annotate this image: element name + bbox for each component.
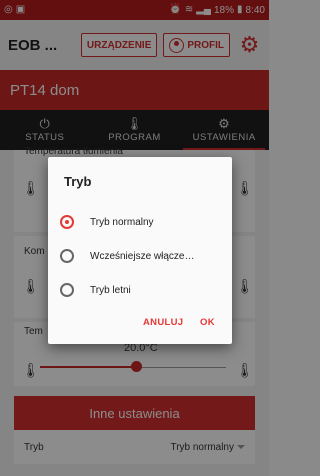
option-wczesniejsze[interactable]: Wcześniejsze włącze… <box>60 243 225 269</box>
radio-unselected-icon[interactable] <box>60 249 74 263</box>
radio-unselected-icon[interactable] <box>60 283 74 297</box>
tryb-dialog: Tryb Tryb normalny Wcześniejsze włącze… … <box>48 157 232 344</box>
option-tryb-normalny[interactable]: Tryb normalny <box>60 209 225 235</box>
radio-selected-icon[interactable] <box>60 215 74 229</box>
option-label: Tryb normalny <box>90 216 154 228</box>
dialog-title: Tryb <box>64 174 92 189</box>
ok-button[interactable]: OK <box>200 317 215 328</box>
option-tryb-letni[interactable]: Tryb letni <box>60 277 225 303</box>
cancel-button[interactable]: ANULUJ <box>143 317 183 328</box>
option-label: Wcześniejsze włącze… <box>90 250 195 262</box>
option-label: Tryb letni <box>90 284 131 296</box>
